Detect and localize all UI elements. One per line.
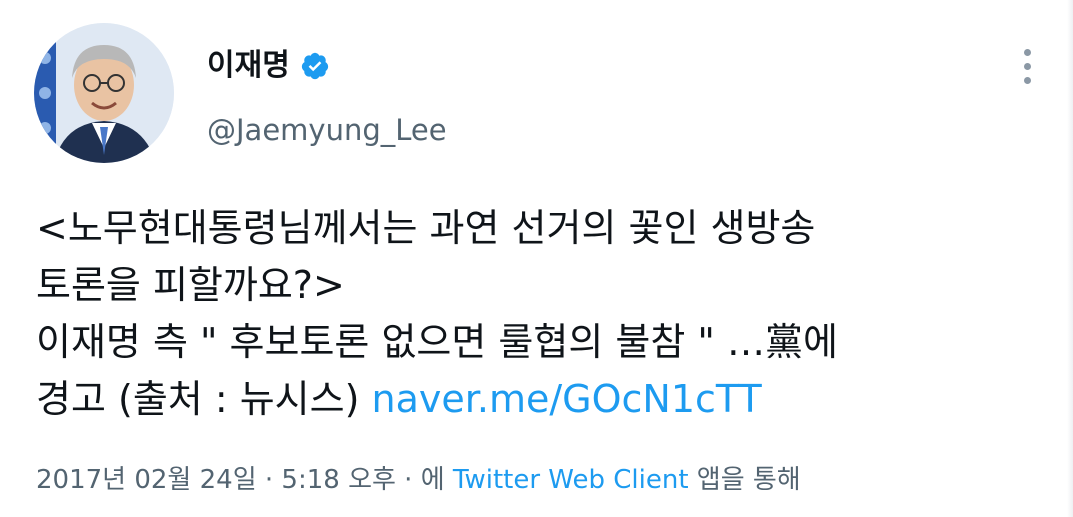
tweet-text-line-4: 경고 (출처 : 뉴시스) naver.me/GOcN1cTT: [36, 371, 1036, 428]
client-suffix: 앱을 통해: [688, 465, 801, 495]
tweet-text-line-1: <노무현대통령님께서는 과연 선거의 꽃인 생방송: [36, 206, 816, 250]
profile-photo-icon: [34, 23, 174, 163]
tweet: 이재명 @Jaemyung_Lee <노무현대통령님께서는 과연 선거의 꽃인 …: [0, 0, 1073, 517]
scroll-edge: [1067, 0, 1073, 517]
display-name[interactable]: 이재명: [207, 46, 290, 86]
dot: [1023, 62, 1031, 70]
tweet-meta: 2017년 02월 24일 · 5:18 오후 · 에 Twitter Web …: [36, 460, 801, 500]
name-row: 이재명: [207, 46, 330, 86]
verified-badge-icon: [300, 51, 330, 81]
tweet-text-line-3: 이재명 측 " 후보토론 없으면 룰협의 불참 " …黨에: [36, 320, 838, 364]
client-link[interactable]: Twitter Web Client: [453, 465, 689, 495]
tweet-text-line-2: 토론을 피할까요?>: [36, 263, 345, 307]
user-handle[interactable]: @Jaemyung_Lee: [207, 110, 447, 150]
dot: [1023, 48, 1031, 56]
avatar[interactable]: [34, 23, 174, 163]
tweet-text: <노무현대통령님께서는 과연 선거의 꽃인 생방송 토론을 피할까요?> 이재명…: [36, 200, 1036, 428]
tweet-text-line-4-text: 경고 (출처 : 뉴시스): [36, 377, 372, 421]
timestamp[interactable]: 2017년 02월 24일 · 5:18 오후 · 에: [36, 465, 453, 495]
dot: [1023, 76, 1031, 84]
tweet-link[interactable]: naver.me/GOcN1cTT: [372, 377, 762, 421]
more-vertical-icon[interactable]: [1012, 44, 1042, 88]
